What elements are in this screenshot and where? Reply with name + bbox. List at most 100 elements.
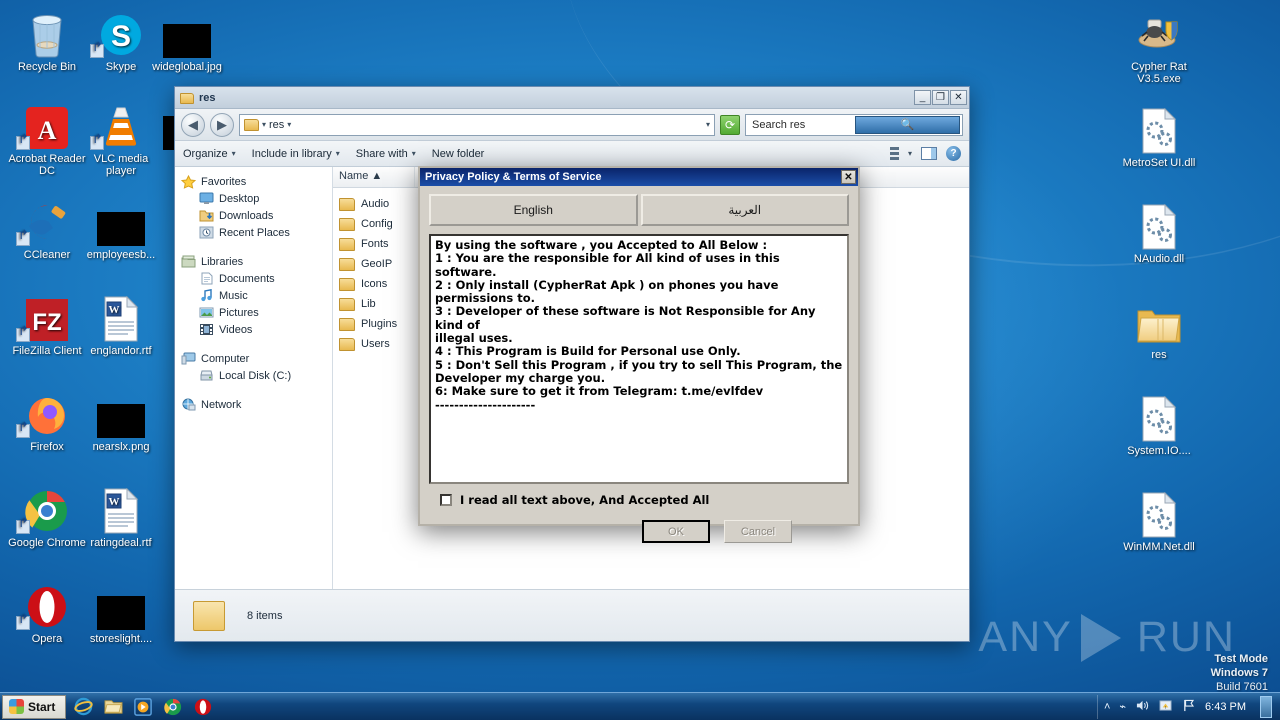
- nav-item-libraries[interactable]: Libraries: [181, 253, 332, 270]
- chrome-icon[interactable]: [160, 695, 186, 719]
- terms-textarea[interactable]: By using the software , you Accepted to …: [429, 234, 849, 484]
- search-value[interactable]: Search res: [752, 119, 855, 131]
- nav-item-network[interactable]: Network: [181, 396, 332, 413]
- desktop-icon-wideglobal-jpg[interactable]: wideglobal.jpg: [148, 8, 226, 73]
- desktop-icon-naudio-dll[interactable]: NAudio.dll: [1120, 200, 1198, 265]
- close-icon[interactable]: ✕: [841, 170, 856, 184]
- arabic-tab[interactable]: العربية: [640, 194, 849, 226]
- nav-item-label: Network: [201, 398, 242, 411]
- network-flag-icon[interactable]: [1182, 699, 1196, 715]
- forward-button[interactable]: ▶: [210, 112, 234, 137]
- desktop-icon-employeesb[interactable]: employeesb...: [82, 196, 160, 261]
- maximize-button[interactable]: ❐: [932, 90, 949, 105]
- ok-button[interactable]: OK: [642, 520, 710, 543]
- nav-item-recent-places[interactable]: Recent Places: [181, 224, 332, 241]
- nav-item-documents[interactable]: Documents: [181, 270, 332, 287]
- accept-checkbox[interactable]: [440, 494, 452, 506]
- back-button[interactable]: ◀: [181, 112, 205, 137]
- address-input[interactable]: ▾ res ▾ ▾: [239, 113, 715, 136]
- action-center-icon[interactable]: !: [1159, 699, 1173, 715]
- svg-text:!: !: [1165, 705, 1166, 710]
- desktop-icon-label: wideglobal.jpg: [152, 61, 222, 73]
- nav-item-favorites[interactable]: Favorites: [180, 173, 332, 190]
- desktop-icon-storeslight[interactable]: storeslight....: [82, 580, 160, 645]
- explorer-title-bar[interactable]: res _ ❐ ✕: [175, 87, 969, 109]
- refresh-icon[interactable]: ⟳: [720, 114, 740, 135]
- dialog-title: Privacy Policy & Terms of Service: [425, 171, 602, 183]
- desktop-icon-cypher-rat-v3-5-exe[interactable]: Cypher Rat V3.5.exe: [1120, 8, 1198, 85]
- search-icon[interactable]: 🔍: [855, 115, 960, 134]
- explorer-icon[interactable]: [100, 695, 126, 719]
- navigation-pane[interactable]: Favorites Desktop Downloads Recent Places Li…: [175, 167, 333, 589]
- nav-item-music[interactable]: Music: [181, 287, 332, 304]
- close-button[interactable]: ✕: [950, 90, 967, 105]
- share-with-button[interactable]: Share with ▾: [356, 148, 416, 160]
- opera-icon[interactable]: [190, 695, 216, 719]
- desktop-icon-label: nearslx.png: [92, 441, 150, 453]
- file-name: Config: [361, 218, 393, 230]
- rtf-file-icon: W: [82, 484, 160, 534]
- accept-checkbox-row[interactable]: I read all text above, And Accepted All: [420, 484, 858, 507]
- minimize-button[interactable]: _: [914, 90, 931, 105]
- test-mode-line1: Test Mode: [1214, 653, 1268, 665]
- organize-label: Organize: [183, 147, 228, 160]
- chevron-down-icon[interactable]: ▾: [262, 120, 266, 129]
- include-in-library-button[interactable]: Include in library ▾: [252, 148, 340, 160]
- dialog-title-bar[interactable]: Privacy Policy & Terms of Service ✕: [420, 168, 858, 186]
- desktop-icon-englandor-rtf[interactable]: W englandor.rtf: [82, 292, 160, 357]
- english-tab[interactable]: English: [429, 194, 638, 226]
- show-desktop-button[interactable]: [1260, 695, 1272, 718]
- address-dropdown-icon[interactable]: ▾: [706, 120, 710, 129]
- desktop-icon-recycle-bin[interactable]: Recycle Bin: [8, 8, 86, 73]
- search-input[interactable]: Search res 🔍: [745, 113, 963, 136]
- desktop-icon-system-io[interactable]: System.IO....: [1120, 392, 1198, 457]
- new-folder-button[interactable]: New folder: [432, 148, 485, 160]
- privacy-policy-dialog[interactable]: Privacy Policy & Terms of Service ✕ Engl…: [418, 166, 860, 543]
- desktop-icon-ratingdeal-rtf[interactable]: W ratingdeal.rtf: [82, 484, 160, 549]
- desktop-icon-label: Recycle Bin: [17, 61, 77, 73]
- desktop-icon-res[interactable]: res: [1120, 296, 1198, 361]
- folder-icon: [339, 317, 355, 331]
- desktop-icon-opera[interactable]: Opera: [8, 580, 86, 645]
- help-icon[interactable]: ?: [946, 146, 961, 161]
- cancel-button[interactable]: Cancel: [724, 520, 792, 543]
- system-tray: ˄ ⌁ ! 6:43 PM: [1096, 694, 1278, 719]
- desktop-icon-firefox[interactable]: Firefox: [8, 388, 86, 453]
- desktop-icon-winmm-net-dll[interactable]: WinMM.Net.dll: [1120, 488, 1198, 553]
- desktop-icon-acrobat-reader-dc[interactable]: A Acrobat Reader DC: [8, 100, 86, 177]
- desktop-icon-filezilla-client[interactable]: FZ FileZilla Client: [8, 292, 86, 357]
- dll-file-icon: [1120, 488, 1198, 538]
- preview-pane-icon[interactable]: [921, 147, 937, 160]
- media-player-icon[interactable]: [130, 695, 156, 719]
- view-list-icon[interactable]: [884, 147, 899, 160]
- clock[interactable]: 6:43 PM: [1205, 701, 1246, 713]
- breadcrumb-res[interactable]: res: [269, 119, 284, 131]
- anyrun-watermark: ANY RUN: [978, 612, 1236, 662]
- desktop-icon-nearslx-png[interactable]: nearslx.png: [82, 388, 160, 453]
- column-name[interactable]: Name ▲: [333, 167, 415, 187]
- desktop-icon-metroset-ui-dll[interactable]: MetroSet UI.dll: [1120, 104, 1198, 169]
- dll-file-icon: [1120, 392, 1198, 442]
- internet-explorer-icon[interactable]: [70, 695, 96, 719]
- show-hidden-icons-icon[interactable]: ˄: [1104, 701, 1110, 713]
- nav-item-pictures[interactable]: Pictures: [181, 304, 332, 321]
- nav-item-videos[interactable]: Videos: [181, 321, 332, 338]
- desktop-icon-label: Acrobat Reader DC: [8, 153, 86, 177]
- desktop-icon-label: employeesb...: [86, 249, 156, 261]
- nav-item-downloads[interactable]: Downloads: [181, 207, 332, 224]
- nav-item-computer[interactable]: Computer: [181, 350, 332, 367]
- chevron-down-icon[interactable]: ▾: [908, 149, 912, 158]
- chevron-down-icon[interactable]: ▾: [287, 120, 291, 129]
- nav-item-desktop[interactable]: Desktop: [181, 190, 332, 207]
- item-count: 8 items: [247, 609, 283, 622]
- desktop-icon-ccleaner[interactable]: CCleaner: [8, 196, 86, 261]
- volume-icon[interactable]: [1135, 699, 1150, 715]
- nav-item-local-disk-c[interactable]: Local Disk (C:): [181, 367, 332, 384]
- chevron-down-icon: ▾: [411, 149, 416, 158]
- videos-icon: [199, 323, 214, 336]
- start-button[interactable]: Start: [2, 694, 67, 719]
- desktop-icon-google-chrome[interactable]: Google Chrome: [8, 484, 86, 549]
- usb-icon[interactable]: ⌁: [1119, 700, 1126, 713]
- svg-text:S: S: [111, 20, 131, 53]
- organize-button[interactable]: Organize ▾: [183, 148, 236, 160]
